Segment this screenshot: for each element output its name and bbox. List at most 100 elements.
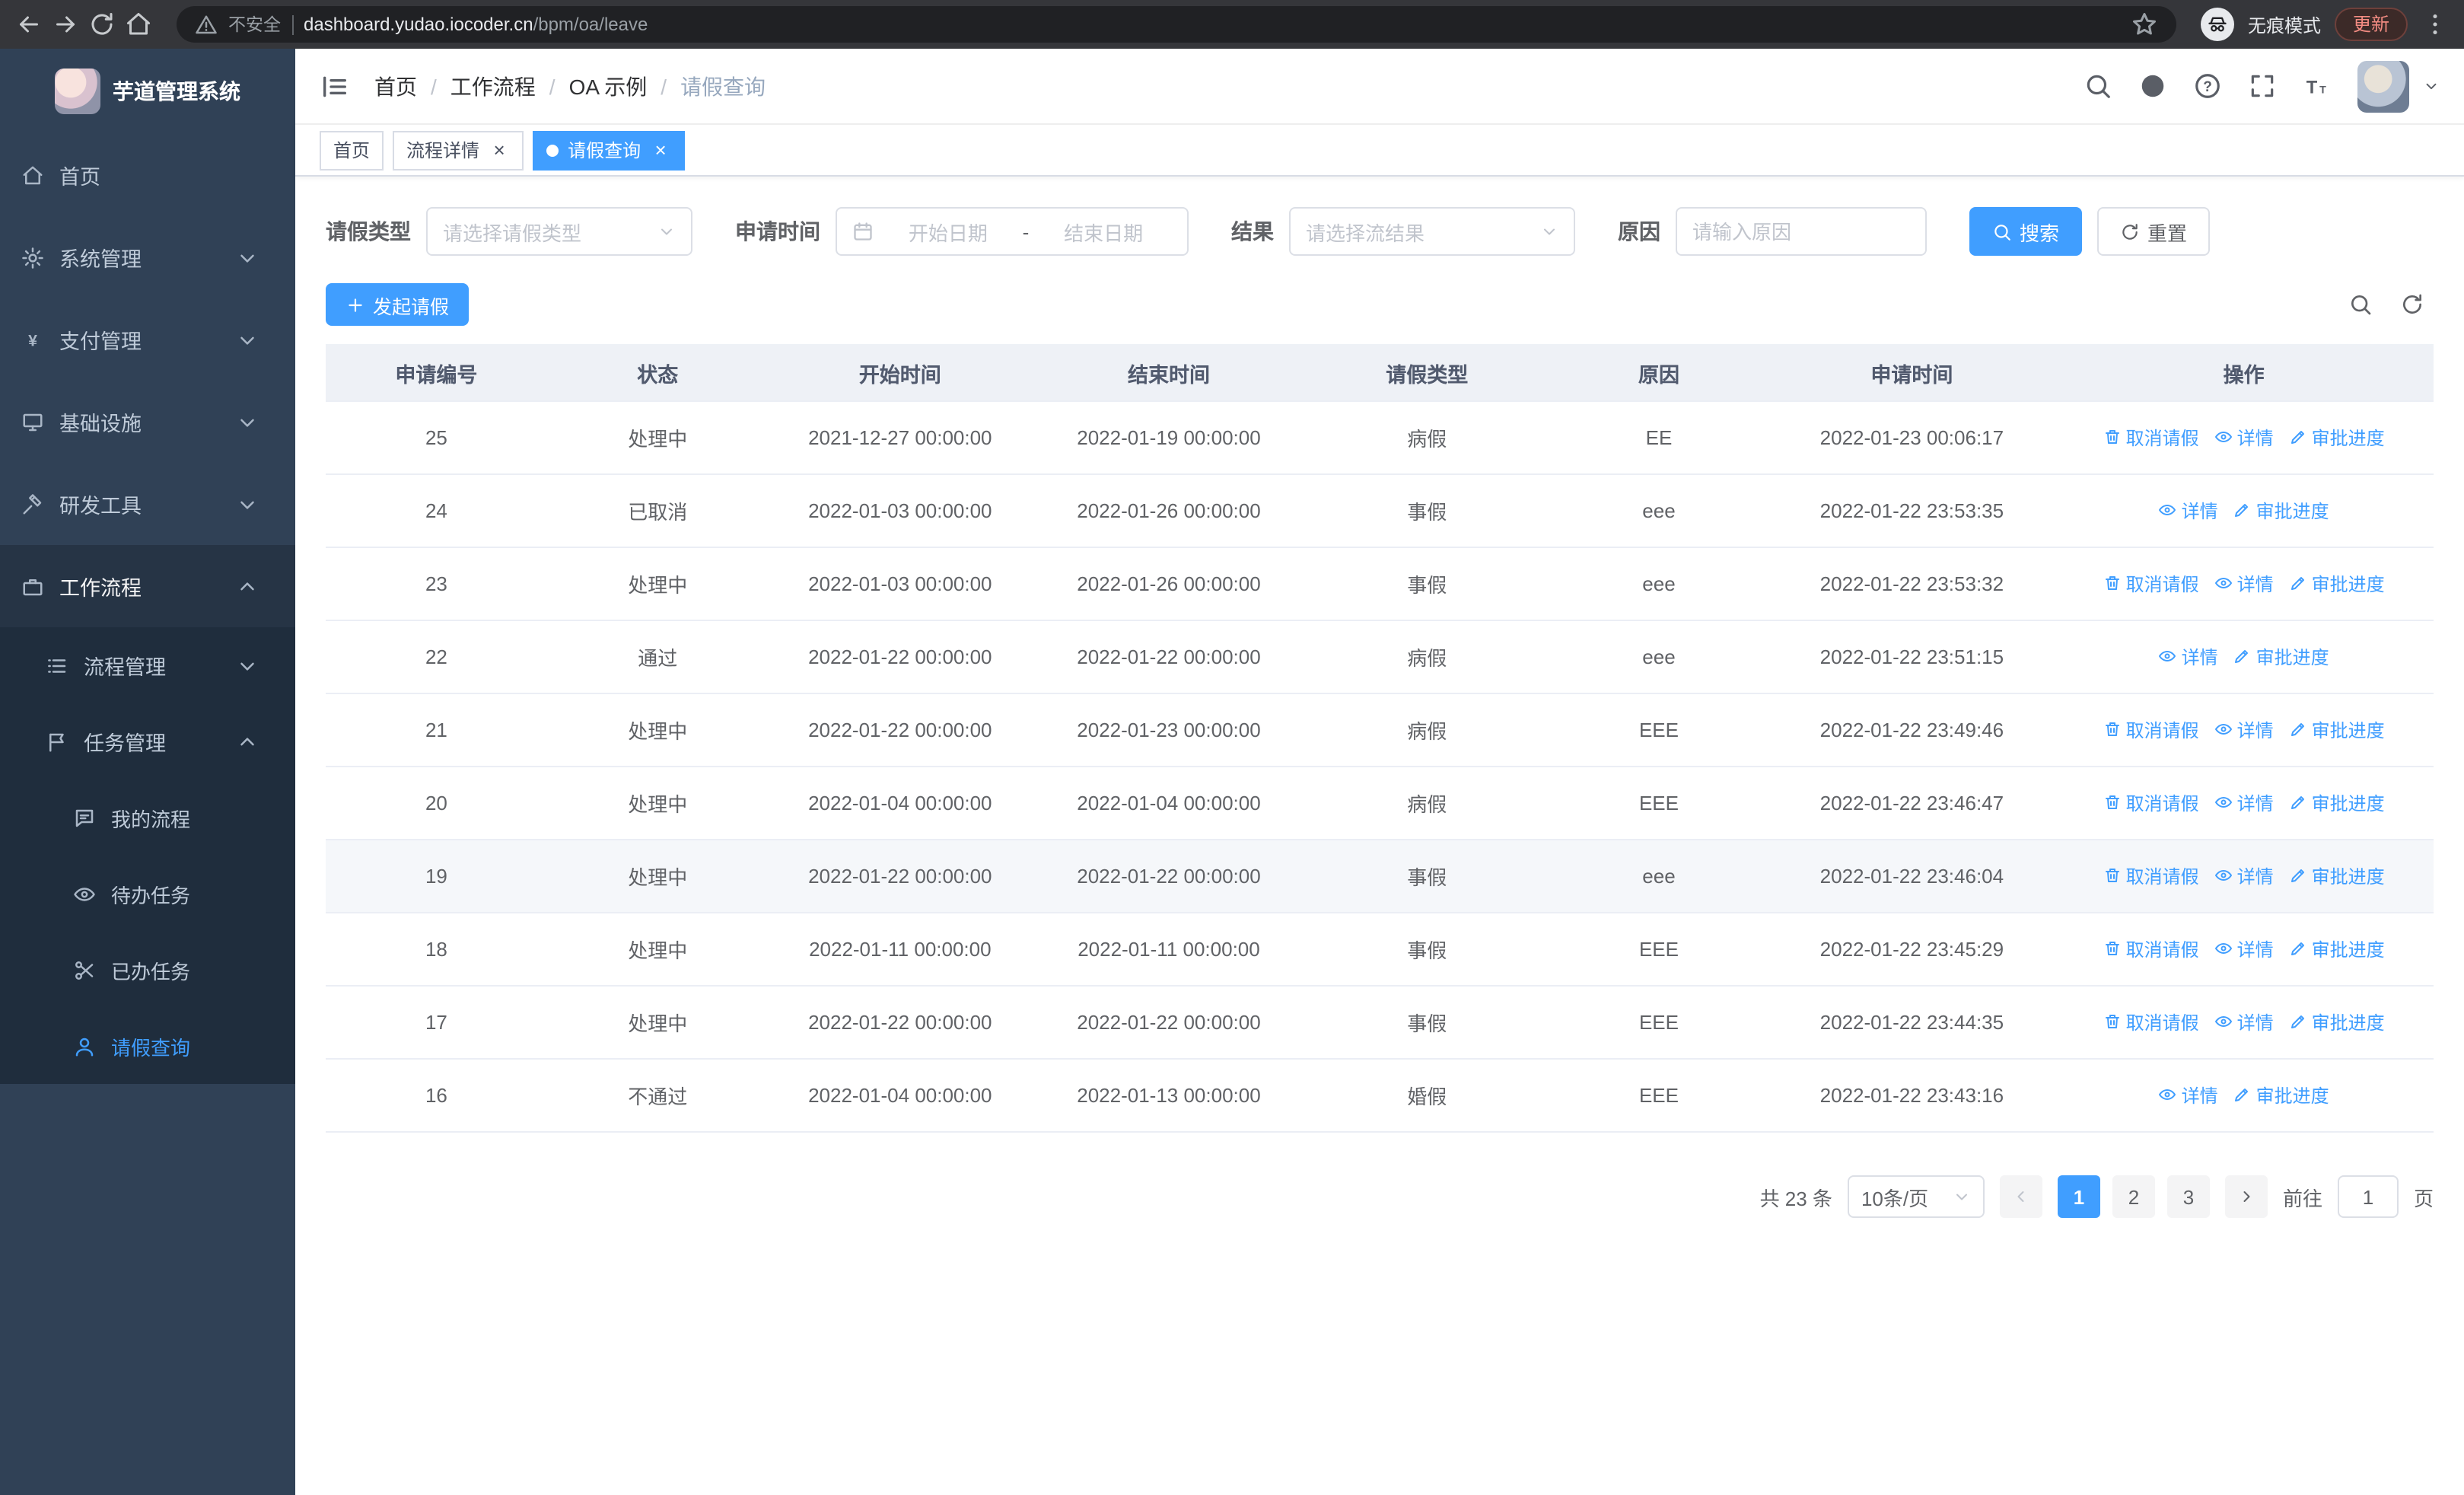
browser-menu-icon[interactable]: [2421, 11, 2449, 38]
action-label: 详情: [2181, 646, 2218, 668]
help-icon[interactable]: ?: [2193, 72, 2222, 100]
sidebar-item-payment[interactable]: ¥ 支付管理: [0, 298, 295, 381]
tab-leave-query[interactable]: 请假查询 ×: [533, 130, 686, 170]
svg-text:¥: ¥: [28, 331, 37, 349]
page-button-3[interactable]: 3: [2166, 1175, 2210, 1218]
sidebar-menu: 首页 系统管理 ¥ 支付管理 基础设施 研发工具 工作流程 流程管理 任务管理 我的流程 待办任务已…: [0, 134, 295, 1084]
sidebar-item-my-process[interactable]: 我的流程: [0, 779, 295, 856]
cancel-leave-link[interactable]: 取消请假: [2103, 717, 2199, 743]
sidebar-item-task-mgmt[interactable]: 任务管理: [0, 703, 295, 779]
toggle-search-icon[interactable]: [2348, 292, 2373, 317]
bookmark-star-icon[interactable]: [2131, 11, 2158, 38]
detail-link[interactable]: 详情: [2214, 863, 2274, 889]
sidebar-item-infra[interactable]: 基础设施: [0, 381, 295, 463]
address-bar[interactable]: 不安全 dashboard.yudao.iocoder.cn/bpm/oa/le…: [177, 6, 2176, 43]
cancel-leave-link[interactable]: 取消请假: [2103, 936, 2199, 962]
detail-link[interactable]: 详情: [2159, 498, 2218, 524]
sidebar-item-done-tasks[interactable]: 已办任务: [0, 932, 295, 1008]
approval-progress-link[interactable]: 审批进度: [2289, 717, 2385, 743]
browser-home-icon[interactable]: [125, 11, 152, 38]
cancel-leave-link[interactable]: 取消请假: [2103, 571, 2199, 597]
page-size-select[interactable]: 10条/页: [1847, 1175, 1985, 1218]
detail-link[interactable]: 详情: [2159, 1082, 2218, 1108]
detail-link[interactable]: 详情: [2214, 790, 2274, 816]
reason-input[interactable]: [1692, 220, 1910, 243]
browser-back-icon[interactable]: [15, 11, 43, 38]
detail-link[interactable]: 详情: [2159, 644, 2218, 670]
prev-page-button[interactable]: [1999, 1175, 2042, 1218]
leave-type-select[interactable]: 请选择请假类型: [426, 207, 692, 256]
cancel-leave-link[interactable]: 取消请假: [2103, 1009, 2199, 1035]
user-caret-down-icon[interactable]: [2423, 78, 2440, 94]
browser-update-chip[interactable]: 更新: [2334, 8, 2408, 41]
tab-close-icon[interactable]: ×: [489, 139, 510, 161]
header-search-icon[interactable]: [2084, 72, 2112, 100]
approval-progress-link[interactable]: 审批进度: [2289, 936, 2385, 962]
action-label: 审批进度: [2255, 1085, 2329, 1107]
detail-link[interactable]: 详情: [2214, 571, 2274, 597]
breadcrumb-item[interactable]: OA 示例: [569, 71, 648, 101]
app-logo[interactable]: 芋道管理系统: [0, 49, 295, 134]
home-icon: [21, 164, 44, 186]
approval-progress-link[interactable]: 审批进度: [2289, 863, 2385, 889]
page-button-2[interactable]: 2: [2112, 1175, 2155, 1218]
approval-progress-link[interactable]: 审批进度: [2289, 1009, 2385, 1035]
logo-avatar: [55, 69, 100, 114]
cell-type: 事假: [1407, 939, 1447, 962]
fullscreen-icon[interactable]: [2248, 72, 2277, 100]
cell-id: 24: [425, 499, 447, 522]
sidebar-item-home[interactable]: 首页: [0, 134, 295, 216]
refresh-table-icon[interactable]: [2400, 292, 2424, 317]
breadcrumb-item[interactable]: 工作流程: [450, 71, 536, 101]
browser-forward-icon[interactable]: [52, 11, 79, 38]
tab-home[interactable]: 首页: [320, 130, 384, 170]
cancel-leave-link[interactable]: 取消请假: [2103, 425, 2199, 451]
browser-refresh-icon[interactable]: [88, 11, 116, 38]
security-warning-icon: [195, 13, 218, 36]
tab-process-detail[interactable]: 流程详情 ×: [393, 130, 524, 170]
goto-page-input[interactable]: [2337, 1175, 2399, 1218]
cell-status: 通过: [638, 647, 678, 670]
sidebar-item-process-mgmt[interactable]: 流程管理: [0, 627, 295, 703]
sidebar-item-devtools[interactable]: 研发工具: [0, 463, 295, 545]
user-avatar[interactable]: [2357, 60, 2409, 112]
sidebar-item-workflow[interactable]: 工作流程: [0, 545, 295, 627]
sidebar-item-leave-query[interactable]: 请假查询: [0, 1008, 295, 1084]
approval-progress-link[interactable]: 审批进度: [2289, 571, 2385, 597]
approval-progress-link[interactable]: 审批进度: [2233, 644, 2329, 670]
apply-time-range-picker[interactable]: 开始日期 - 结束日期: [836, 207, 1189, 256]
cell-id: 17: [425, 1011, 447, 1034]
detail-link[interactable]: 详情: [2214, 425, 2274, 451]
breadcrumb-separator: /: [549, 74, 556, 98]
approval-progress-link[interactable]: 审批进度: [2233, 1082, 2329, 1108]
cell-type: 病假: [1407, 647, 1447, 670]
approval-progress-link[interactable]: 审批进度: [2289, 790, 2385, 816]
page-button-1[interactable]: 1: [2057, 1175, 2100, 1218]
github-icon[interactable]: [2138, 72, 2167, 100]
cancel-leave-link[interactable]: 取消请假: [2103, 790, 2199, 816]
reset-button[interactable]: 重置: [2097, 207, 2211, 256]
cancel-leave-link[interactable]: 取消请假: [2103, 863, 2199, 889]
search-button[interactable]: 搜索: [1969, 207, 2083, 256]
cell-id: 18: [425, 938, 447, 961]
sidebar-item-todo-tasks[interactable]: 待办任务: [0, 856, 295, 932]
create-leave-button[interactable]: 发起请假: [326, 283, 470, 326]
font-size-icon[interactable]: TT: [2303, 72, 2332, 100]
sidebar-collapse-icon[interactable]: [320, 71, 350, 101]
sidebar-item-system[interactable]: 系统管理: [0, 216, 295, 298]
main-area: 首页 / 工作流程 / OA 示例 / 请假查询 ? TT 首页 流程详情 × 请假查询 ×: [295, 49, 2464, 1495]
tab-close-icon[interactable]: ×: [650, 139, 671, 161]
result-select[interactable]: 请选择流结果: [1289, 207, 1575, 256]
approval-progress-link[interactable]: 审批进度: [2289, 425, 2385, 451]
breadcrumb-item[interactable]: 首页: [374, 71, 417, 101]
eye-icon: [2159, 1086, 2177, 1105]
approval-progress-link[interactable]: 审批进度: [2233, 498, 2329, 524]
next-page-button[interactable]: [2224, 1175, 2268, 1218]
trash-icon: [2103, 721, 2122, 739]
detail-link[interactable]: 详情: [2214, 936, 2274, 962]
incognito-badge: [2200, 8, 2234, 41]
detail-link[interactable]: 详情: [2214, 717, 2274, 743]
detail-link[interactable]: 详情: [2214, 1009, 2274, 1035]
date-separator: -: [1022, 220, 1030, 243]
chevron-up-icon: [236, 730, 259, 753]
